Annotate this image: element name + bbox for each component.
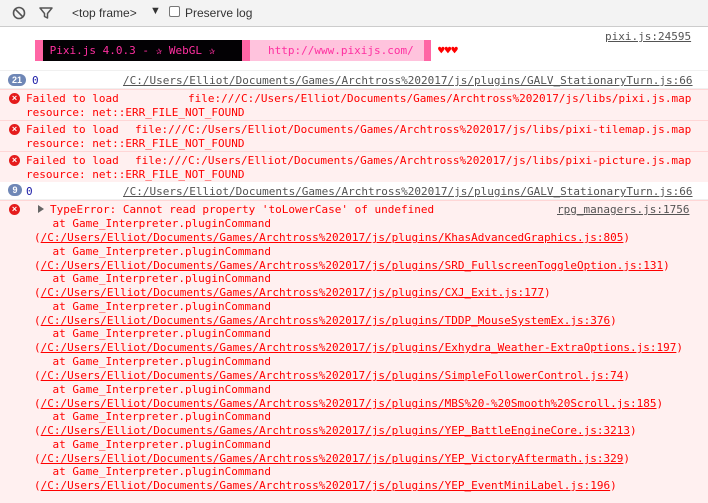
error-icon: × <box>9 124 20 135</box>
log-value: 0 <box>32 74 39 87</box>
preserve-log-checkbox[interactable] <box>169 6 180 17</box>
stack-frame-link[interactable]: /C:/Users/Elliot/Documents/Games/Archtro… <box>41 259 664 272</box>
error-path: file:///C:/Users/Elliot/Documents/Games/… <box>135 123 692 136</box>
paren-close: ) <box>630 424 637 437</box>
banner-title: Pixi.js 4.0.3 - ✰ WebGL ✰ <box>43 40 242 61</box>
clear-console-icon[interactable] <box>11 5 27 21</box>
chevron-down-icon[interactable]: ▼ <box>150 5 161 17</box>
stack-frame-caller: at Game_Interpreter.pluginCommand <box>26 383 272 396</box>
paren-open: ( <box>34 397 41 410</box>
stack-frame-location: (/C:/Users/Elliot/Documents/Games/Archtr… <box>34 259 670 272</box>
stack-frame-link[interactable]: /C:/Users/Elliot/Documents/Games/Archtro… <box>41 424 630 437</box>
stack-frame-location: (/C:/Users/Elliot/Documents/Games/Archtr… <box>34 424 637 437</box>
error-label: Failed to load <box>26 123 119 136</box>
stack-frame-link[interactable]: /C:/Users/Elliot/Documents/Games/Archtro… <box>41 397 657 410</box>
stack-frame-location: (/C:/Users/Elliot/Documents/Games/Archtr… <box>34 397 663 410</box>
error-detail: resource: net::ERR_FILE_NOT_FOUND <box>26 137 245 150</box>
paren-close: ) <box>610 479 617 492</box>
error-detail: resource: net::ERR_FILE_NOT_FOUND <box>26 168 245 181</box>
error-label: Failed to load <box>26 92 119 105</box>
expand-triangle-icon[interactable] <box>38 205 44 213</box>
error-icon: × <box>9 93 20 104</box>
stack-frame-location: (/C:/Users/Elliot/Documents/Games/Archtr… <box>34 341 683 354</box>
stack-frame-link[interactable]: /C:/Users/Elliot/Documents/Games/Archtro… <box>41 231 624 244</box>
stack-frame-caller: at Game_Interpreter.pluginCommand <box>26 217 272 230</box>
source-link[interactable]: /C:/Users/Elliot/Documents/Games/Archtro… <box>123 74 693 87</box>
type-error-text[interactable]: TypeError: Cannot read property 'toLower… <box>50 203 434 216</box>
stack-frame-location: (/C:/Users/Elliot/Documents/Games/Archtr… <box>34 286 551 299</box>
error-icon: × <box>9 155 20 166</box>
stack-frame-link[interactable]: /C:/Users/Elliot/Documents/Games/Archtro… <box>41 452 624 465</box>
error-label: Failed to load <box>26 154 119 167</box>
paren-open: ( <box>34 479 41 492</box>
banner-right-segment <box>424 40 431 61</box>
paren-open: ( <box>34 341 41 354</box>
error-icon: × <box>9 204 20 215</box>
stack-frame-link[interactable]: /C:/Users/Elliot/Documents/Games/Archtro… <box>41 369 624 382</box>
stack-frame-caller: at Game_Interpreter.pluginCommand <box>26 465 272 478</box>
repeat-count-badge: 21 <box>8 74 26 86</box>
stack-frame-caller: at Game_Interpreter.pluginCommand <box>26 410 272 423</box>
stack-frame-location: (/C:/Users/Elliot/Documents/Games/Archtr… <box>34 314 617 327</box>
stack-frame-caller: at Game_Interpreter.pluginCommand <box>26 300 272 313</box>
error-path: file:///C:/Users/Elliot/Documents/Games/… <box>188 92 692 105</box>
paren-close: ) <box>543 286 551 299</box>
stack-frame-caller: at Game_Interpreter.pluginCommand <box>26 272 272 285</box>
paren-open: ( <box>34 369 41 382</box>
paren-close: ) <box>663 259 670 272</box>
stack-frame-link[interactable]: /C:/Users/Elliot/Documents/Games/Archtro… <box>41 341 677 354</box>
paren-close: ) <box>656 397 664 410</box>
paren-open: ( <box>34 452 41 465</box>
stack-frame-caller: at Game_Interpreter.pluginCommand <box>26 438 272 451</box>
paren-close: ) <box>623 452 631 465</box>
stack-frame-location: (/C:/Users/Elliot/Documents/Games/Archtr… <box>34 231 630 244</box>
log-value: 0 <box>26 185 33 198</box>
banner-url-block: http://www.pixijs.com/ <box>250 40 424 61</box>
paren-close: ) <box>623 231 631 244</box>
filter-icon[interactable] <box>38 5 54 21</box>
paren-open: ( <box>34 314 41 327</box>
stack-frame-link[interactable]: /C:/Users/Elliot/Documents/Games/Archtro… <box>41 286 544 299</box>
banner-source-link[interactable]: pixi.js:24595 <box>605 30 691 43</box>
stack-frame-link[interactable]: /C:/Users/Elliot/Documents/Games/Archtro… <box>41 479 611 492</box>
paren-open: ( <box>34 424 41 437</box>
error-path: file:///C:/Users/Elliot/Documents/Games/… <box>135 154 692 167</box>
paren-open: ( <box>34 286 41 299</box>
console-toolbar: <top frame> ▼ Preserve log <box>0 0 708 27</box>
type-error-source-link[interactable]: rpg_managers.js:1756 <box>557 203 689 216</box>
banner-url: http://www.pixijs.com/ <box>268 44 414 57</box>
error-detail: resource: net::ERR_FILE_NOT_FOUND <box>26 106 245 119</box>
paren-close: ) <box>610 314 617 327</box>
paren-close: ) <box>623 369 631 382</box>
paren-open: ( <box>34 259 41 272</box>
banner-hearts: ♥♥♥ <box>438 44 458 57</box>
stack-frame-location: (/C:/Users/Elliot/Documents/Games/Archtr… <box>34 452 630 465</box>
source-link[interactable]: /C:/Users/Elliot/Documents/Games/Archtro… <box>123 185 693 198</box>
paren-close: ) <box>676 341 684 354</box>
stack-frame-caller: at Game_Interpreter.pluginCommand <box>26 327 272 340</box>
stack-frame-link[interactable]: /C:/Users/Elliot/Documents/Games/Archtro… <box>41 314 611 327</box>
stack-frame-caller: at Game_Interpreter.pluginCommand <box>26 355 272 368</box>
frame-selector[interactable]: <top frame> <box>72 6 137 20</box>
preserve-log-label[interactable]: Preserve log <box>185 6 252 20</box>
stack-frame-caller: at Game_Interpreter.pluginCommand <box>26 245 272 258</box>
stack-frame-location: (/C:/Users/Elliot/Documents/Games/Archtr… <box>34 479 617 492</box>
stack-frame-location: (/C:/Users/Elliot/Documents/Games/Archtr… <box>34 369 630 382</box>
paren-open: ( <box>34 231 41 244</box>
repeat-count-badge: 9 <box>8 184 22 196</box>
